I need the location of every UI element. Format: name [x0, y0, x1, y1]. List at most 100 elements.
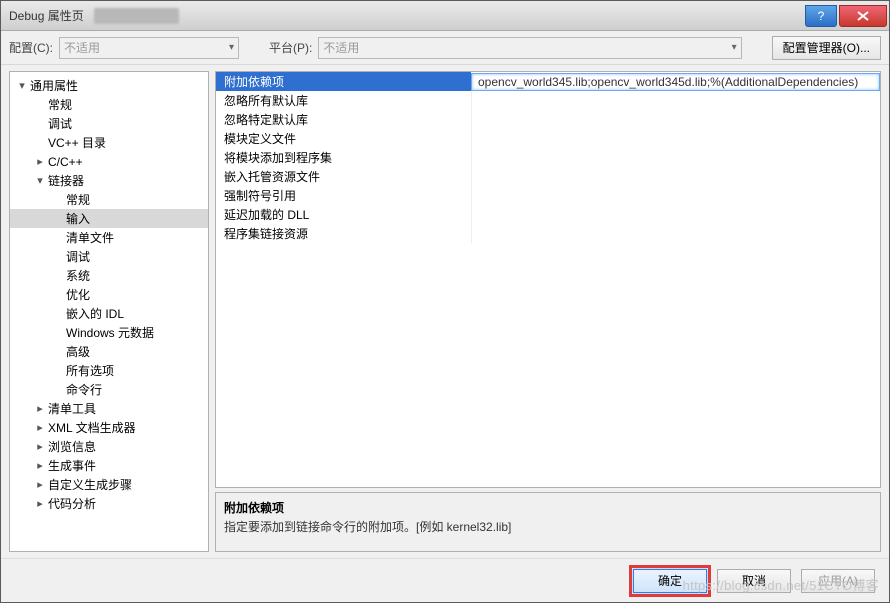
tree-item-label: 常规: [64, 191, 90, 208]
tree-item[interactable]: Windows 元数据: [10, 323, 208, 342]
tree-item[interactable]: 高级: [10, 342, 208, 361]
tree-item-label: XML 文档生成器: [46, 419, 136, 436]
tree-item[interactable]: ▾通用属性: [10, 76, 208, 95]
property-row[interactable]: 延迟加载的 DLL: [216, 205, 880, 224]
tree-item-label: 代码分析: [46, 495, 96, 512]
tree-item[interactable]: ▸C/C++: [10, 152, 208, 171]
ok-button[interactable]: 确定: [633, 569, 707, 593]
tree-item-label: 常规: [46, 96, 72, 113]
tree-item[interactable]: VC++ 目录: [10, 133, 208, 152]
tree-item-label: 清单工具: [46, 400, 96, 417]
expand-icon[interactable]: ▸: [34, 155, 46, 168]
tree-item[interactable]: ▾链接器: [10, 171, 208, 190]
property-row[interactable]: 附加依赖项opencv_world345.lib;opencv_world345…: [216, 72, 880, 91]
toolbar: 配置(C): 不适用 ▾ 平台(P): 不适用 ▾ 配置管理器(O)...: [1, 31, 889, 65]
window-title: Debug 属性页: [1, 7, 84, 24]
platform-label: 平台(P):: [269, 39, 312, 56]
property-name: 忽略所有默认库: [216, 91, 471, 110]
tree-item-label: C/C++: [46, 155, 83, 169]
expand-icon[interactable]: ▸: [34, 402, 46, 415]
expand-icon[interactable]: ▸: [34, 478, 46, 491]
tree-item[interactable]: 系统: [10, 266, 208, 285]
cancel-button[interactable]: 取消: [717, 569, 791, 593]
content-area: ▾通用属性常规调试VC++ 目录▸C/C++▾链接器常规输入清单文件调试系统优化…: [1, 65, 889, 558]
property-value[interactable]: opencv_world345.lib;opencv_world345d.lib…: [471, 73, 880, 91]
tree-item[interactable]: ▸XML 文档生成器: [10, 418, 208, 437]
tree-item[interactable]: ▸代码分析: [10, 494, 208, 513]
property-value[interactable]: [471, 224, 880, 243]
title-bar: Debug 属性页 ?: [1, 1, 889, 31]
tree-item-label: 高级: [64, 343, 90, 360]
expand-icon[interactable]: ▾: [34, 174, 46, 187]
tree-item-label: 自定义生成步骤: [46, 476, 132, 493]
property-name: 将模块添加到程序集: [216, 148, 471, 167]
tree-item[interactable]: 常规: [10, 95, 208, 114]
tree-item[interactable]: 嵌入的 IDL: [10, 304, 208, 323]
description-panel: 附加依赖项 指定要添加到链接命令行的附加项。[例如 kernel32.lib]: [215, 492, 881, 552]
property-row[interactable]: 将模块添加到程序集: [216, 148, 880, 167]
tree-item-label: 优化: [64, 286, 90, 303]
tree-item[interactable]: 输入: [10, 209, 208, 228]
property-name: 模块定义文件: [216, 129, 471, 148]
tree-item-label: 嵌入的 IDL: [64, 305, 124, 322]
config-combo[interactable]: 不适用 ▾: [59, 37, 239, 59]
property-value[interactable]: [471, 167, 880, 186]
config-manager-button[interactable]: 配置管理器(O)...: [772, 36, 881, 60]
tree-item[interactable]: 调试: [10, 114, 208, 133]
property-value[interactable]: [471, 110, 880, 129]
tree-item[interactable]: 调试: [10, 247, 208, 266]
property-row[interactable]: 忽略特定默认库: [216, 110, 880, 129]
tree-item-label: 系统: [64, 267, 90, 284]
help-button[interactable]: ?: [805, 5, 837, 27]
property-value[interactable]: [471, 129, 880, 148]
property-name: 忽略特定默认库: [216, 110, 471, 129]
tree-item[interactable]: ▸自定义生成步骤: [10, 475, 208, 494]
property-row[interactable]: 模块定义文件: [216, 129, 880, 148]
expand-icon[interactable]: ▸: [34, 440, 46, 453]
tree-item-label: 浏览信息: [46, 438, 96, 455]
tree-item[interactable]: 清单文件: [10, 228, 208, 247]
tree-item[interactable]: 命令行: [10, 380, 208, 399]
close-button[interactable]: [839, 5, 887, 27]
tree-item-label: Windows 元数据: [64, 324, 154, 341]
property-name: 延迟加载的 DLL: [216, 205, 471, 224]
tree-item-label: 调试: [64, 248, 90, 265]
nav-tree[interactable]: ▾通用属性常规调试VC++ 目录▸C/C++▾链接器常规输入清单文件调试系统优化…: [9, 71, 209, 552]
description-body: 指定要添加到链接命令行的附加项。[例如 kernel32.lib]: [224, 518, 872, 535]
tree-item-label: 清单文件: [64, 229, 114, 246]
property-value[interactable]: [471, 205, 880, 224]
property-name: 程序集链接资源: [216, 224, 471, 243]
expand-icon[interactable]: ▸: [34, 497, 46, 510]
config-value: 不适用: [64, 39, 100, 56]
property-row[interactable]: 程序集链接资源: [216, 224, 880, 243]
tree-item[interactable]: 优化: [10, 285, 208, 304]
property-value[interactable]: [471, 148, 880, 167]
tree-item[interactable]: ▸生成事件: [10, 456, 208, 475]
expand-icon[interactable]: ▾: [16, 79, 28, 92]
tree-item-label: 所有选项: [64, 362, 114, 379]
property-row[interactable]: 嵌入托管资源文件: [216, 167, 880, 186]
property-row[interactable]: 忽略所有默认库: [216, 91, 880, 110]
chevron-down-icon: ▾: [732, 42, 737, 53]
property-value[interactable]: [471, 91, 880, 110]
property-grid[interactable]: 附加依赖项opencv_world345.lib;opencv_world345…: [215, 71, 881, 488]
expand-icon[interactable]: ▸: [34, 421, 46, 434]
property-row[interactable]: 强制符号引用: [216, 186, 880, 205]
tree-item[interactable]: ▸清单工具: [10, 399, 208, 418]
tree-item-label: 命令行: [64, 381, 102, 398]
tree-item[interactable]: 所有选项: [10, 361, 208, 380]
tree-item[interactable]: 常规: [10, 190, 208, 209]
property-name: 嵌入托管资源文件: [216, 167, 471, 186]
platform-combo[interactable]: 不适用 ▾: [318, 37, 741, 59]
right-pane: 附加依赖项opencv_world345.lib;opencv_world345…: [215, 71, 881, 552]
expand-icon[interactable]: ▸: [34, 459, 46, 472]
tree-item-label: 输入: [64, 210, 90, 227]
tree-item-label: 通用属性: [28, 77, 78, 94]
tree-item[interactable]: ▸浏览信息: [10, 437, 208, 456]
window-buttons: ?: [805, 5, 887, 27]
dialog-window: Debug 属性页 ? 配置(C): 不适用 ▾ 平台(P): 不适用 ▾ 配置…: [0, 0, 890, 603]
property-name: 强制符号引用: [216, 186, 471, 205]
apply-button[interactable]: 应用(A): [801, 569, 875, 593]
property-value[interactable]: [471, 186, 880, 205]
tree-item-label: VC++ 目录: [46, 134, 106, 151]
